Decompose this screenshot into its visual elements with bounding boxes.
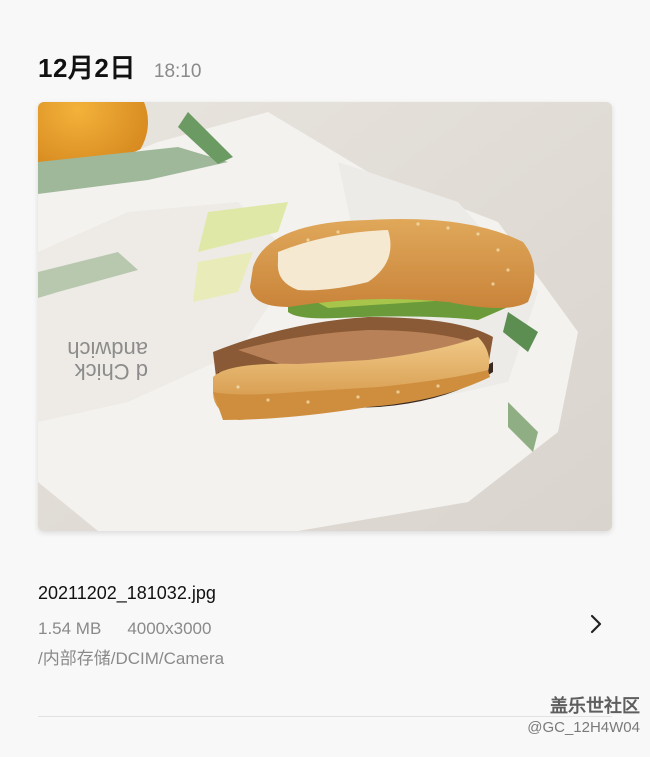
divider [38, 716, 612, 717]
file-size: 1.54 MB [38, 619, 102, 638]
file-name: 20211202_181032.jpg [38, 583, 216, 603]
wrapper-print-2: d Chick [74, 359, 148, 384]
photo-date: 12月2日 [38, 53, 136, 83]
file-path: /内部存储/DCIM/Camera [38, 649, 225, 668]
sandwich-image: andwich d Chick [38, 102, 612, 531]
file-info[interactable]: 20211202_181032.jpg 1.54 MB 4000x3000 /内… [38, 580, 612, 670]
photo-time: 18:10 [153, 61, 202, 82]
photo-preview[interactable]: andwich d Chick # [38, 102, 612, 531]
wrapper-print-1: andwich [67, 337, 148, 362]
watermark: 盖乐世社区 @GC_12H4W04 [527, 694, 640, 738]
file-meta: 1.54 MB 4000x3000 [38, 618, 612, 640]
chevron-right-icon[interactable] [584, 612, 608, 636]
file-resolution: 4000x3000 [127, 619, 212, 638]
date-header: 12月2日 18:10 [38, 48, 201, 88]
watermark-brand: 盖乐世社区 [550, 696, 640, 716]
watermark-user: @GC_12H4W04 [527, 719, 640, 736]
